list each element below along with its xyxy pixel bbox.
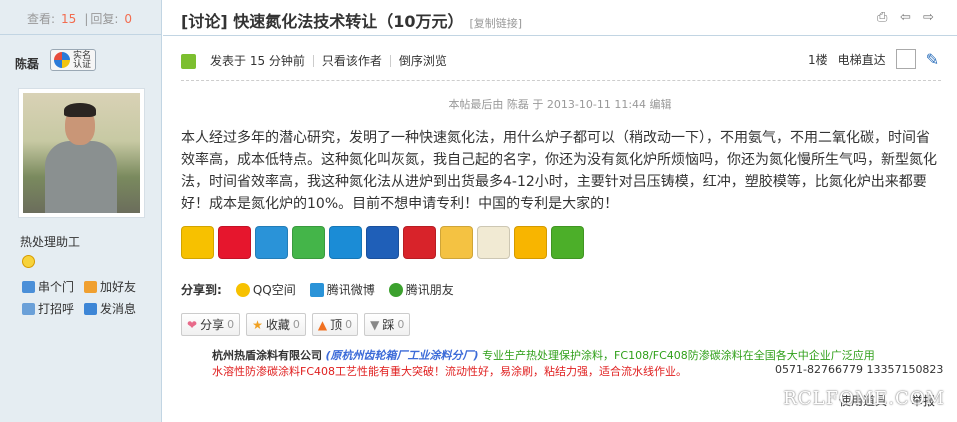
elevator-label: 电梯直达 bbox=[837, 52, 886, 67]
tencent-weibo-icon[interactable] bbox=[255, 226, 288, 259]
stats-separator: | bbox=[84, 12, 89, 26]
author-name[interactable]: 陈磊 bbox=[15, 55, 39, 72]
next-thread-icon[interactable]: ⇨ bbox=[923, 11, 937, 25]
thread-title: [讨论] 快速氮化法技术转让（10万元） bbox=[181, 12, 464, 31]
message-link[interactable]: 发消息 bbox=[84, 300, 136, 317]
share-button-label: 分享 bbox=[200, 318, 225, 332]
message-label: 发消息 bbox=[100, 302, 137, 316]
qzone-icon[interactable] bbox=[181, 226, 214, 259]
upvote-button[interactable]: ▲ 顶 0 bbox=[311, 313, 359, 336]
weibo-icon[interactable] bbox=[218, 226, 251, 259]
kaixin-icon[interactable] bbox=[403, 226, 436, 259]
favorite-icon[interactable] bbox=[514, 226, 547, 259]
add-friend-label: 加好友 bbox=[100, 280, 137, 294]
share-pengyou[interactable]: 腾讯朋友 bbox=[388, 281, 454, 298]
print-icon[interactable]: ⎙ bbox=[877, 11, 891, 25]
favorite-count: 0 bbox=[292, 318, 300, 331]
ad-company: 杭州热盾涂料有限公司 bbox=[212, 349, 322, 362]
share-icon-row bbox=[181, 226, 584, 259]
views-count: 15 bbox=[61, 12, 77, 26]
thread-stats: 查看: 15 | 回复: 0 bbox=[0, 0, 161, 35]
visit-label: 串个门 bbox=[38, 280, 75, 294]
downvote-button-label: 踩 bbox=[382, 318, 395, 332]
share-to: 分享到: QQ空间 腾讯微博 腾讯朋友 bbox=[181, 281, 468, 298]
post-actions: ❤ 分享 0 ★ 收藏 0 ▲ 顶 0 ▼ 踩 0 bbox=[181, 313, 411, 336]
greet-label: 打招呼 bbox=[38, 302, 75, 316]
avatar-photo bbox=[23, 93, 140, 213]
post-main: [讨论] 快速氮化法技术转让（10万元） [复制链接] ⎙ ⇦ ⇨ 发表于 15 … bbox=[163, 0, 957, 422]
mail-icon bbox=[84, 302, 97, 315]
share-to-label: 分享到: bbox=[181, 283, 222, 297]
jump-icon[interactable]: ✎ bbox=[926, 50, 939, 69]
ad-factory: (原杭州齿轮箱厂工业涂料分厂) bbox=[325, 349, 479, 362]
greet-icon bbox=[22, 302, 35, 315]
edit-note: 本帖最后由 陈磊 于 2013-10-11 11:44 编辑 bbox=[448, 98, 672, 111]
posted-time: 发表于 15 分钟前 bbox=[202, 55, 314, 67]
only-author-link[interactable]: 只看该作者 bbox=[314, 55, 391, 67]
downvote-button[interactable]: ▼ 踩 0 bbox=[364, 313, 411, 336]
share-qzone[interactable]: QQ空间 bbox=[235, 281, 296, 298]
title-tools: ⎙ ⇦ ⇨ bbox=[877, 11, 937, 25]
renren-icon[interactable] bbox=[366, 226, 399, 259]
share-count: 0 bbox=[227, 318, 235, 331]
upvote-button-label: 顶 bbox=[330, 318, 343, 332]
author-rank: 热处理助工 bbox=[20, 235, 81, 249]
visit-link[interactable]: 串个门 bbox=[22, 278, 74, 295]
verified-badge[interactable]: 实名认证 bbox=[50, 49, 96, 71]
downvote-count: 0 bbox=[397, 318, 405, 331]
copy-link[interactable]: [复制链接] bbox=[470, 17, 523, 30]
share-button[interactable]: ❤ 分享 0 bbox=[181, 313, 241, 336]
favorite-button-label: 收藏 bbox=[265, 318, 290, 332]
shield-icon bbox=[54, 52, 70, 68]
views-label: 查看: bbox=[27, 12, 56, 26]
clover-icon bbox=[388, 282, 403, 297]
author-sidebar: 查看: 15 | 回复: 0 陈磊 实名认证 热处理助工 串个门 加好友 打招呼 发消息 bbox=[0, 0, 162, 422]
share-tweibo[interactable]: 腾讯微博 bbox=[309, 281, 375, 298]
use-tool-link[interactable]: 使用道具 bbox=[839, 392, 887, 409]
post-content: 本人经过多年的潜心研究，发明了一种快速氮化法，用什么炉子都可以（稍改动一下），不… bbox=[181, 130, 937, 212]
thread-category[interactable]: [讨论] bbox=[181, 12, 228, 31]
replies-count: 0 bbox=[124, 12, 133, 26]
elevator-input[interactable] bbox=[895, 49, 916, 69]
floor-tools: 1楼 电梯直达 ✎ bbox=[808, 49, 939, 69]
upvote-count: 0 bbox=[345, 318, 353, 331]
arrow-up-icon: ▲ bbox=[317, 317, 328, 332]
thread-title-text: 快速氮化法技术转让（10万元） bbox=[233, 12, 464, 31]
qq-icon[interactable] bbox=[329, 226, 362, 259]
reverse-order-link[interactable]: 倒序浏览 bbox=[391, 55, 455, 67]
signature-ad-line2: 水溶性防渗碳涂料FC408工艺性能有重大突破！流动性好，易涂刷，粘结力强，适合流… bbox=[212, 365, 688, 378]
floor-number[interactable]: 1楼 bbox=[808, 51, 828, 68]
arrow-down-icon: ▼ bbox=[370, 317, 380, 332]
prev-thread-icon[interactable]: ⇦ bbox=[900, 11, 914, 25]
ad-line1-tail: 专业生产热处理保护涂料，FC108/FC408防渗碳涂料在全国各大中企业广泛应用 bbox=[482, 349, 875, 362]
report-link[interactable]: 举报 bbox=[911, 392, 935, 409]
favorite-button[interactable]: ★ 收藏 0 bbox=[246, 313, 306, 336]
author-header: 陈磊 实名认证 bbox=[0, 35, 161, 75]
share-qzone-label: QQ空间 bbox=[252, 283, 296, 297]
add-friend-link[interactable]: 加好友 bbox=[84, 278, 136, 295]
clipboard-icon[interactable] bbox=[477, 226, 510, 259]
post-footer: 使用道具 举报 bbox=[839, 392, 935, 409]
smiley-icon bbox=[22, 255, 35, 268]
signature-ad-line1: 杭州热盾涂料有限公司 (原杭州齿轮箱厂工业涂料分厂) 专业生产热处理保护涂料，F… bbox=[212, 347, 875, 363]
share-pengyou-label: 腾讯朋友 bbox=[405, 283, 454, 297]
heart-icon: ❤ bbox=[187, 317, 198, 332]
verified-label: 实名认证 bbox=[73, 51, 92, 70]
meta-divider bbox=[181, 80, 941, 81]
greet-link[interactable]: 打招呼 bbox=[22, 300, 74, 317]
wechat-icon[interactable] bbox=[292, 226, 325, 259]
online-user-icon bbox=[181, 53, 196, 69]
share-tweibo-label: 腾讯微博 bbox=[326, 283, 375, 297]
more-icon[interactable] bbox=[551, 226, 584, 259]
add-friend-icon bbox=[84, 280, 97, 293]
avatar[interactable] bbox=[18, 88, 145, 218]
ad-phone: 0571-82766779 13357150823 bbox=[775, 363, 944, 376]
star-icon: ★ bbox=[252, 317, 263, 332]
replies-label: 回复: bbox=[90, 12, 119, 26]
qzone-icon bbox=[235, 282, 250, 297]
tencent-weibo-icon bbox=[309, 282, 324, 297]
thread-title-bar: [讨论] 快速氮化法技术转让（10万元） [复制链接] ⎙ ⇦ ⇨ bbox=[163, 0, 957, 36]
home-icon bbox=[22, 280, 35, 293]
mail-icon[interactable] bbox=[440, 226, 473, 259]
